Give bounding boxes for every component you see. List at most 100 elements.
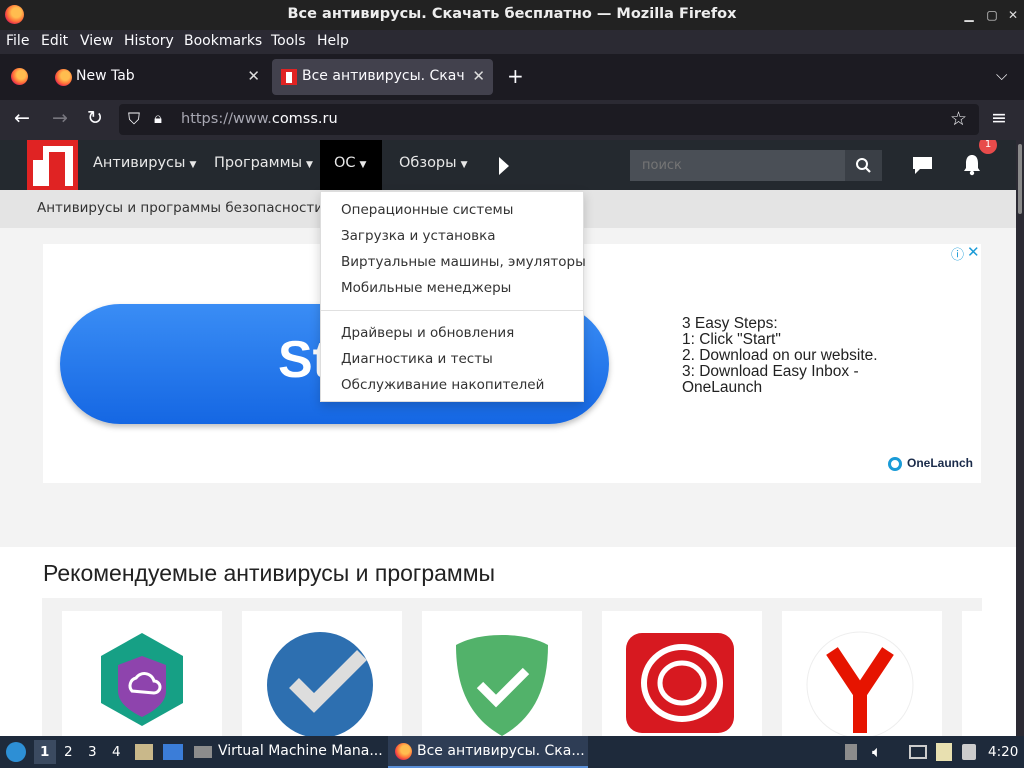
dropdown-item[interactable]: Операционные системы — [341, 202, 513, 218]
comss-favicon-icon — [281, 69, 297, 85]
system-taskbar: 1 2 3 4 Virtual Machine Mana... Все анти… — [0, 736, 1024, 768]
ad-close-icon[interactable]: ✕ — [967, 243, 980, 261]
onelaunch-logo-icon — [888, 457, 902, 471]
recommended-section: Рекомендуемые антивирусы и программы — [0, 547, 1016, 736]
task-firefox[interactable]: Все антивирусы. Ска... — [417, 743, 585, 759]
start-menu-icon[interactable] — [6, 742, 26, 762]
close-window-icon[interactable]: ✕ — [1006, 8, 1020, 22]
dropdown-item[interactable]: Загрузка и установка — [341, 228, 496, 244]
reload-icon[interactable]: ↻ — [87, 107, 103, 129]
vm-manager-icon — [194, 746, 212, 758]
url-bar[interactable]: ⛉ 🔒︎ https://www.comss.ru ☆ — [119, 104, 979, 135]
product-cards — [42, 598, 982, 736]
notifications-icon[interactable] — [962, 744, 976, 760]
volume-icon[interactable]: 🔈︎ — [872, 742, 882, 762]
menu-edit[interactable]: Edit — [41, 33, 68, 49]
menu-history[interactable]: History — [124, 33, 174, 49]
url-scheme: https://www. — [181, 111, 272, 127]
trend-micro-icon — [626, 633, 734, 733]
firefox-view-icon[interactable] — [11, 68, 28, 85]
nav-programs[interactable]: Программы ▼ — [202, 140, 325, 190]
workspace-3[interactable]: 3 — [88, 744, 97, 760]
product-card[interactable] — [782, 611, 942, 736]
clipboard-icon[interactable] — [936, 743, 952, 761]
tab-comss[interactable]: Все антивирусы. Скача ✕ — [272, 59, 493, 95]
dropdown-item[interactable]: Мобильные менеджеры — [341, 280, 511, 296]
web-page: Антивирусы▼ Программы▼ ОС▼ Обзоры▼ 1 Ант… — [0, 140, 1016, 736]
nav-os[interactable]: ОС ▼ — [320, 140, 382, 190]
tab-label: New Tab — [76, 68, 135, 84]
product-card[interactable] — [62, 611, 222, 736]
back-arrow-icon[interactable]: ← — [14, 107, 30, 129]
os-dropdown-menu: Операционные системы Загрузка и установк… — [320, 191, 586, 402]
dropdown-item[interactable]: Диагностика и тесты — [341, 351, 493, 367]
search-button[interactable] — [845, 150, 882, 181]
file-manager-icon[interactable] — [135, 744, 153, 760]
nav-antiviruses[interactable]: Антивирусы ▼ — [81, 140, 208, 190]
dropdown-item[interactable]: Обслуживание накопителей — [341, 377, 544, 393]
menu-view[interactable]: View — [80, 33, 113, 49]
bell-icon[interactable] — [960, 153, 984, 177]
site-subtitle: Антивирусы и программы безопасности — [37, 200, 324, 216]
kaspersky-shield-icon — [101, 633, 183, 726]
section-title: Рекомендуемые антивирусы и программы — [43, 560, 496, 586]
check-circle-icon — [267, 632, 373, 736]
minimize-icon[interactable]: ▁ — [962, 8, 976, 22]
shield-icon[interactable]: ⛉ — [128, 109, 140, 129]
search-icon — [856, 158, 871, 173]
comss-logo[interactable] — [27, 140, 78, 192]
page-scrollbar[interactable] — [1016, 140, 1024, 736]
new-tab-plus-icon[interactable]: + — [507, 64, 524, 88]
window-title: Все антивирусы. Скачать бесплатно — Mozi… — [287, 6, 737, 22]
product-card[interactable] — [422, 611, 582, 736]
menu-bookmarks[interactable]: Bookmarks — [184, 33, 262, 49]
tab-strip: New Tab ✕ Все антивирусы. Скача ✕ + ⌵ — [0, 54, 1024, 100]
ad-info-icon[interactable]: ⓘ — [951, 244, 964, 263]
firefox-task-icon — [395, 743, 412, 760]
adguard-shield-icon — [456, 635, 548, 736]
window-titlebar: Все антивирусы. Скачать бесплатно — Mozi… — [0, 0, 1024, 30]
list-all-tabs-chevron-icon[interactable]: ⌵ — [996, 66, 1007, 84]
updates-icon[interactable] — [845, 744, 857, 760]
nav-label: Обзоры — [399, 155, 457, 171]
nav-more-arrow-icon[interactable] — [499, 157, 509, 175]
menu-file[interactable]: File — [6, 33, 29, 49]
bookmark-star-icon[interactable]: ☆ — [950, 108, 967, 130]
show-desktop-icon[interactable] — [163, 744, 183, 760]
url-text[interactable]: https://www.comss.ru — [181, 111, 338, 127]
workspace-1[interactable]: 1 — [40, 744, 49, 760]
scrollbar-thumb[interactable] — [1018, 144, 1022, 214]
hamburger-menu-icon[interactable]: ≡ — [991, 107, 1007, 129]
nav-label: Антивирусы — [93, 155, 186, 171]
ad-steps-text: 3 Easy Steps: 1: Click "Start" 2. Downlo… — [682, 315, 878, 396]
product-card[interactable] — [962, 611, 982, 736]
menu-tools[interactable]: Tools — [271, 33, 306, 49]
product-card[interactable] — [602, 611, 762, 736]
close-tab-icon[interactable]: ✕ — [247, 67, 260, 85]
nav-reviews[interactable]: Обзоры ▼ — [387, 140, 480, 190]
workspace-4[interactable]: 4 — [112, 744, 121, 760]
tab-label: Все антивирусы. Скача — [302, 68, 464, 84]
site-search — [630, 150, 882, 181]
url-domain: comss.ru — [271, 111, 338, 127]
close-tab-icon[interactable]: ✕ — [472, 67, 485, 85]
product-card[interactable] — [242, 611, 402, 736]
network-icon[interactable] — [909, 745, 927, 759]
lock-icon[interactable]: 🔒︎ — [154, 109, 162, 127]
yandex-browser-icon — [806, 631, 914, 736]
menu-bar: File Edit View History Bookmarks Tools H… — [0, 30, 1024, 54]
navigation-toolbar: ← → ↻ ⛉ 🔒︎ https://www.comss.ru ☆ ≡ — [0, 100, 1024, 140]
maximize-icon[interactable]: ▢ — [985, 8, 999, 22]
forward-arrow-icon[interactable]: → — [52, 107, 68, 129]
comments-icon[interactable] — [911, 155, 935, 177]
menu-help[interactable]: Help — [317, 33, 349, 49]
search-input[interactable] — [630, 150, 845, 181]
tab-new-tab[interactable]: New Tab ✕ — [46, 59, 268, 95]
workspace-2[interactable]: 2 — [64, 744, 73, 760]
nav-label: Программы — [214, 155, 303, 171]
nav-label: ОС — [334, 155, 356, 171]
dropdown-item[interactable]: Виртуальные машины, эмуляторы — [341, 254, 586, 270]
dropdown-item[interactable]: Драйверы и обновления — [341, 325, 514, 341]
dropdown-divider — [321, 310, 583, 311]
task-vm-manager[interactable]: Virtual Machine Mana... — [218, 743, 383, 759]
